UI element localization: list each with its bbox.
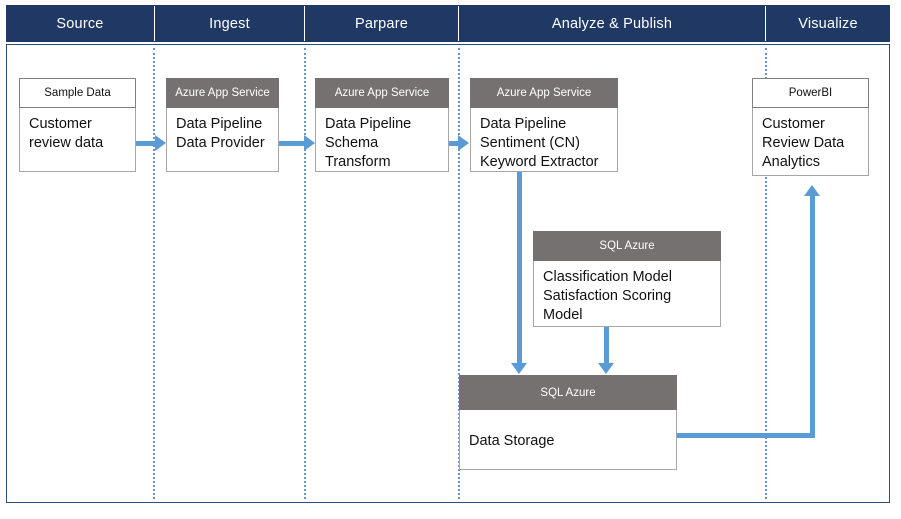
arrowhead-analyze-to-storage — [511, 363, 527, 374]
node-sample-data-line-1: Customer — [29, 116, 92, 132]
node-powerbi-body: Customer Review Data Analytics — [752, 108, 869, 176]
node-sample-data[interactable]: Sample Data Customer review data — [19, 78, 136, 172]
node-models-database-line-2: Satisfaction Scoring Model — [543, 288, 672, 324]
node-storage-database[interactable]: SQL Azure Data Storage — [459, 375, 677, 470]
column-separator-2 — [304, 48, 306, 499]
connector-ingest-to-prepare — [279, 141, 305, 146]
node-ingest-service-header: Azure App Service — [166, 78, 279, 108]
node-analyze-service-line-2: Sentiment (CN) — [480, 135, 580, 152]
node-models-database-line-1: Classification Model — [543, 269, 672, 285]
node-prepare-service-line-2: Schema Transform — [325, 135, 391, 171]
node-models-database-body: Classification Model Satisfaction Scorin… — [533, 261, 721, 327]
node-powerbi-line-3: Analytics — [762, 154, 821, 171]
connector-models-to-storage — [604, 327, 609, 364]
stage-header-source-label: Source — [56, 15, 104, 32]
stage-header-source[interactable]: Source — [6, 5, 154, 42]
node-analyze-service-line-3: Keyword Extractor — [480, 154, 599, 171]
stage-header-visualize[interactable]: Visualize — [766, 5, 890, 42]
node-analyze-service[interactable]: Azure App Service Data Pipeline Sentimen… — [470, 78, 618, 172]
node-models-database[interactable]: SQL Azure Classification Model Satisfact… — [533, 231, 721, 327]
connector-sample-to-ingest — [136, 141, 156, 146]
node-ingest-service[interactable]: Azure App Service Data Pipeline Data Pro… — [166, 78, 279, 172]
node-prepare-service-header: Azure App Service — [315, 78, 449, 108]
node-sample-data-header: Sample Data — [19, 78, 136, 108]
node-powerbi[interactable]: PowerBI Customer Review Data Analytics — [752, 78, 869, 176]
stage-header-ingest-label: Ingest — [209, 15, 250, 32]
node-storage-database-line-1: Data Storage — [469, 433, 555, 449]
node-prepare-service[interactable]: Azure App Service Data Pipeline Schema T… — [315, 78, 449, 172]
arrowhead-prepare-to-analyze — [458, 135, 469, 151]
node-analyze-service-header: Azure App Service — [470, 78, 618, 108]
node-ingest-service-body: Data Pipeline Data Provider — [166, 108, 279, 172]
node-powerbi-header: PowerBI — [752, 78, 869, 108]
stage-header-parpare-label: Parpare — [355, 15, 408, 32]
node-powerbi-line-2: Review Data — [762, 135, 845, 152]
node-storage-database-body: Data Storage — [459, 410, 677, 470]
arrowhead-storage-to-powerbi — [804, 185, 820, 196]
node-analyze-service-line-1: Data Pipeline — [480, 116, 567, 132]
arrowhead-models-to-storage — [598, 363, 614, 374]
node-ingest-service-line-1: Data Pipeline — [176, 116, 263, 132]
node-sample-data-line-2: review data — [29, 135, 104, 152]
column-separator-1 — [153, 48, 155, 499]
stage-header-analyze-publish-label: Analyze & Publish — [551, 15, 673, 32]
arrowhead-ingest-to-prepare — [304, 135, 315, 151]
connector-storage-to-powerbi-vertical — [810, 195, 815, 435]
node-analyze-service-body: Data Pipeline Sentiment (CN) Keyword Ext… — [470, 108, 618, 172]
diagram-canvas: Source Ingest Parpare Analyze & Publish … — [0, 0, 901, 519]
connector-analyze-to-storage — [517, 172, 522, 364]
connector-storage-to-powerbi-horizontal — [677, 433, 815, 438]
node-prepare-service-body: Data Pipeline Schema Transform — [315, 108, 449, 172]
node-sample-data-body: Customer review data — [19, 108, 136, 172]
node-powerbi-line-1: Customer — [762, 116, 825, 132]
stage-header-ingest[interactable]: Ingest — [155, 5, 304, 42]
stage-header-visualize-label: Visualize — [798, 15, 858, 32]
stage-header-parpare[interactable]: Parpare — [305, 5, 458, 42]
stage-header-band: Source Ingest Parpare Analyze & Publish … — [6, 5, 890, 42]
node-storage-database-header: SQL Azure — [459, 375, 677, 410]
arrowhead-sample-to-ingest — [155, 135, 166, 151]
stage-header-analyze-publish[interactable]: Analyze & Publish — [459, 5, 765, 42]
node-models-database-header: SQL Azure — [533, 231, 721, 261]
node-prepare-service-line-1: Data Pipeline — [325, 116, 412, 132]
node-ingest-service-line-2: Data Provider — [176, 135, 265, 152]
